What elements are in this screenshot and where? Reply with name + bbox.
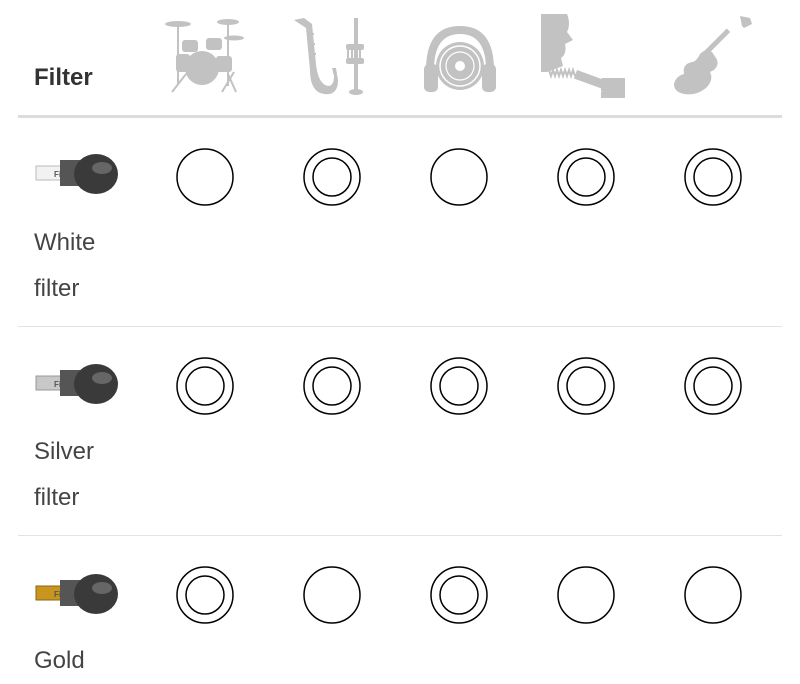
radio-white-guitar[interactable] [684, 148, 742, 206]
radio-silver-vocals[interactable] [557, 357, 615, 415]
row-label-line1: Silver [34, 438, 95, 465]
white-filter-image: Filter [35, 154, 118, 194]
drums-icon [165, 19, 244, 93]
svg-text:Filter: Filter [54, 380, 74, 389]
radio-silver-guitar[interactable] [684, 357, 742, 415]
saxophone-trumpet-icon [294, 18, 364, 95]
radio-gold-dj[interactable] [430, 566, 488, 624]
radio-gold-vocals[interactable] [557, 566, 615, 624]
filter-column-header: Filter [34, 64, 93, 91]
singer-microphone-icon [541, 14, 625, 98]
radio-gold-drums[interactable] [176, 566, 234, 624]
gold-filter-image: Filter [35, 574, 118, 614]
radio-silver-winds[interactable] [303, 357, 361, 415]
row-label-gold: Gold [34, 638, 154, 684]
row-divider [18, 535, 782, 536]
row-label-line1: Gold [34, 647, 85, 674]
electric-guitar-icon [674, 16, 752, 95]
radio-white-vocals[interactable] [557, 148, 615, 206]
row-divider [18, 326, 782, 327]
silver-filter-image: Filter [35, 364, 118, 404]
header-divider [18, 115, 782, 118]
svg-text:Filter: Filter [54, 170, 74, 179]
radio-silver-drums[interactable] [176, 357, 234, 415]
radio-white-winds[interactable] [303, 148, 361, 206]
radio-white-drums[interactable] [176, 148, 234, 206]
row-label-line2: filter [34, 484, 80, 511]
headphones-record-icon [424, 26, 496, 92]
radio-gold-guitar[interactable] [684, 566, 742, 624]
row-label-silver: Silver filter [34, 429, 154, 521]
radio-gold-winds[interactable] [303, 566, 361, 624]
radio-white-dj[interactable] [430, 148, 488, 206]
row-label-line1: White [34, 229, 96, 256]
row-label-line2: filter [34, 275, 80, 302]
svg-text:Filter: Filter [54, 590, 74, 599]
row-label-white: White filter [34, 220, 154, 312]
radio-silver-dj[interactable] [430, 357, 488, 415]
